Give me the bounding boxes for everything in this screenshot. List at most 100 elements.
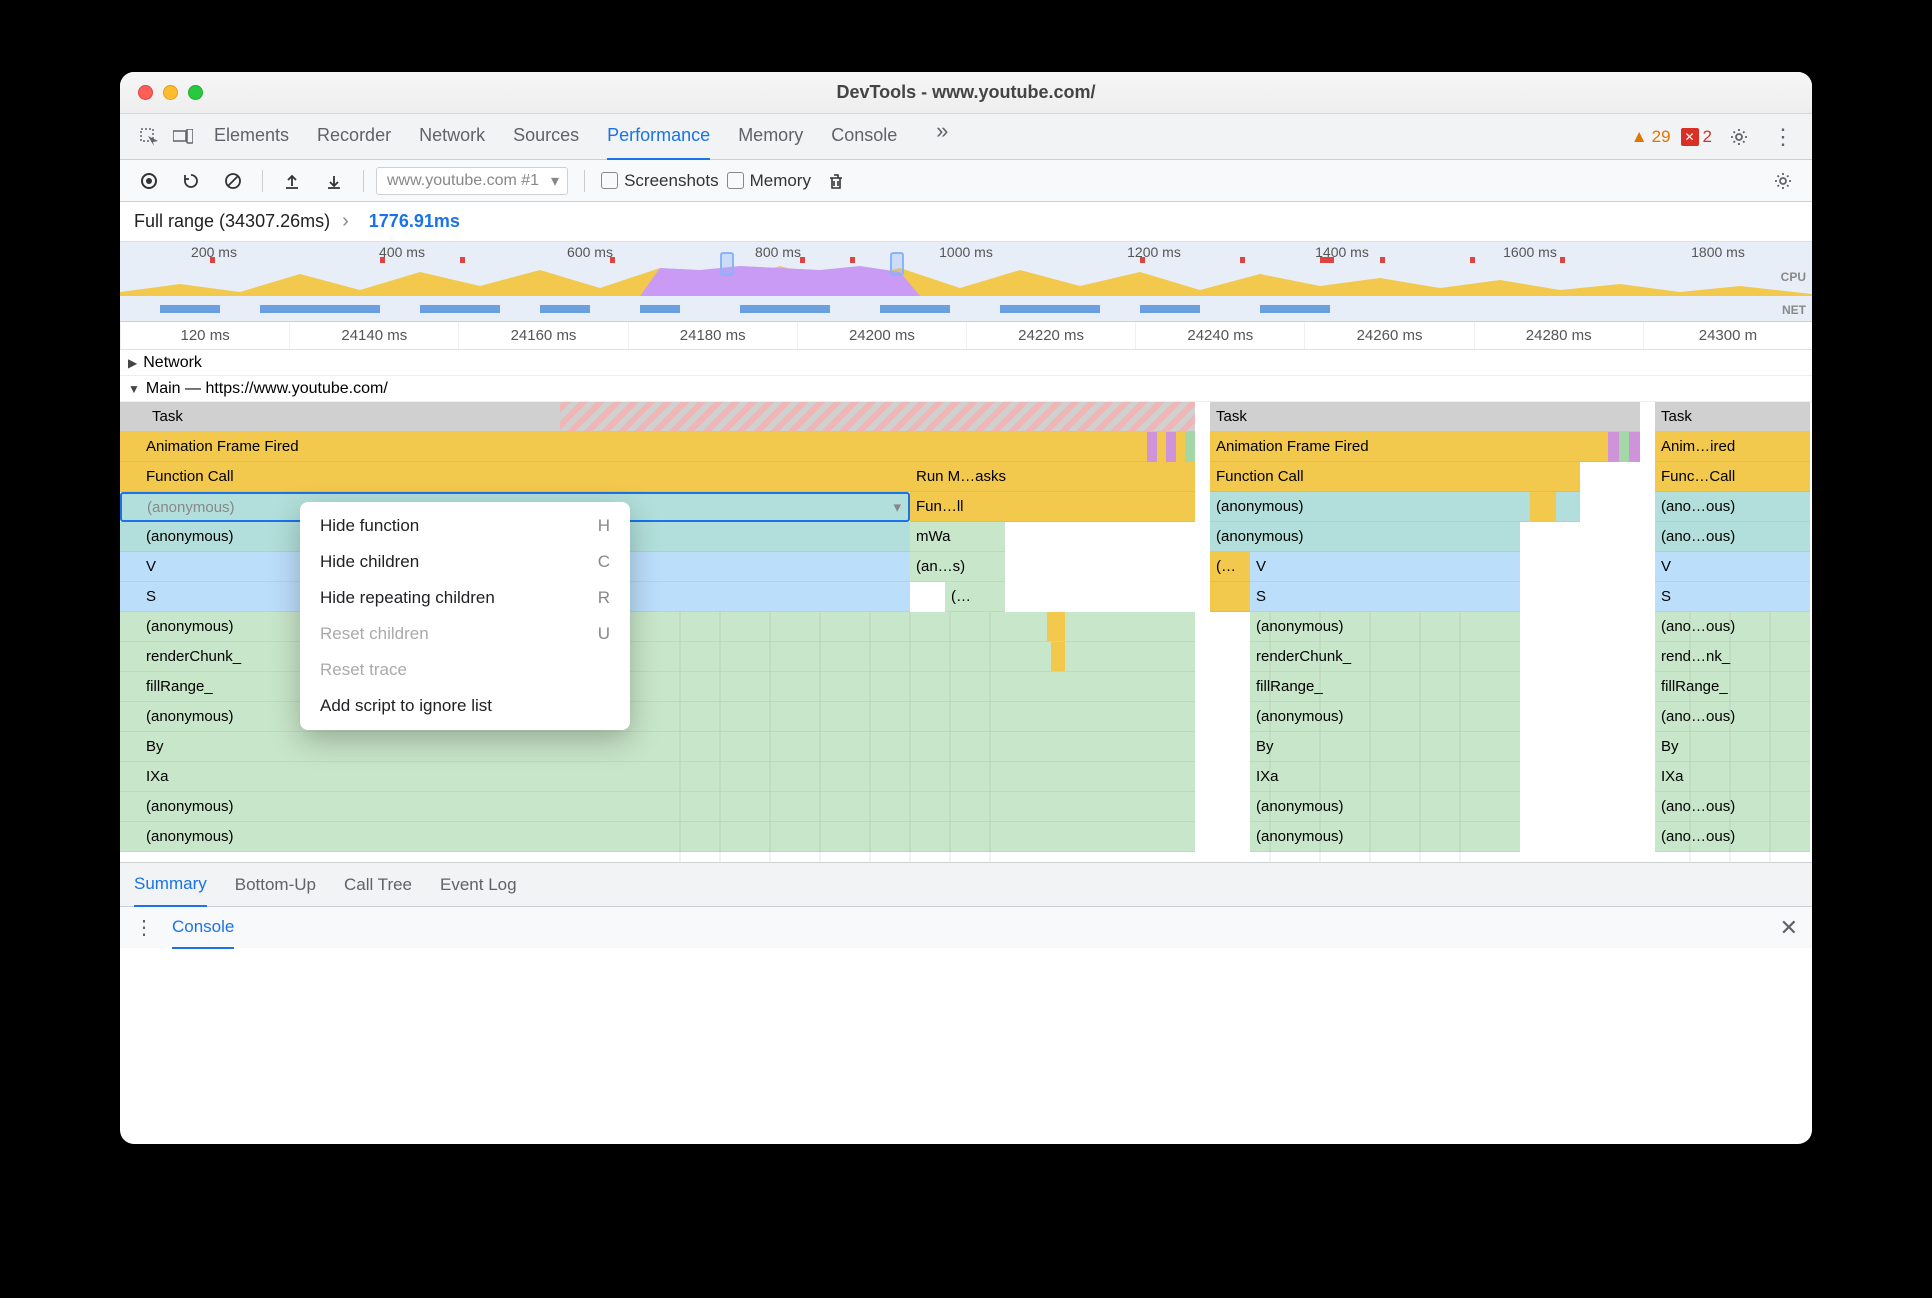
flame-row-fillrange[interactable]: fillRange_ [120,672,1195,702]
flame-row-anon1[interactable]: (anonymous) [1210,492,1640,522]
flame-row-fillrange[interactable]: fillRange_ [1655,672,1810,702]
timeline-overview[interactable]: 200 ms400 ms600 ms800 ms1000 ms1200 ms14… [120,242,1812,322]
flame-row-fc[interactable]: Func…Call [1655,462,1810,492]
traffic-zoom[interactable] [188,85,203,100]
flame-row-s[interactable]: S [1655,582,1810,612]
flame-row-anon6[interactable]: (anonymous) [120,822,1195,852]
gc-icon[interactable] [819,164,853,198]
profile-selector[interactable]: www.youtube.com #1 [376,167,568,195]
flame-row-s[interactable]: S (… [120,582,1195,612]
detail-tab-summary[interactable]: Summary [134,863,207,907]
ctx-hide-repeating-children[interactable]: Hide repeating childrenR [300,580,630,616]
network-section-header[interactable]: ▶Network [120,350,1812,376]
flame-row-renderchunk[interactable]: renderChunk_ [1250,642,1520,672]
record-icon[interactable] [132,164,166,198]
flame-task[interactable]: Task [1210,402,1640,432]
overview-markers [120,257,1812,263]
flame-row-anon3[interactable]: (anonymous) [1250,612,1520,642]
reload-icon[interactable] [174,164,208,198]
clear-icon[interactable] [216,164,250,198]
flame-chart[interactable]: Task Animation Frame Fired Function Call… [120,402,1812,862]
tab-performance[interactable]: Performance [607,114,710,160]
flame-row-ixa[interactable]: IXa [1655,762,1810,792]
flame-row-aff[interactable]: Animation Frame Fired [1210,432,1640,462]
flame-row-anon4[interactable]: (anonymous) [1250,702,1520,732]
capture-settings-icon[interactable] [1766,164,1800,198]
traffic-close[interactable] [138,85,153,100]
title-bar: DevTools - www.youtube.com/ [120,72,1812,114]
flame-row-anon2[interactable]: (anonymous) [1210,522,1520,552]
breadcrumb-current-range[interactable]: 1776.91ms [369,211,460,232]
flame-row-anon1[interactable]: (ano…ous) [1655,492,1810,522]
flame-row-anon5[interactable]: (anonymous) [1250,792,1520,822]
settings-icon[interactable] [1722,120,1756,154]
ctx-hide-function[interactable]: Hide functionH [300,508,630,544]
console-drawer[interactable]: ⋮ Console ✕ [120,906,1812,948]
flame-row-v[interactable]: (… V [1210,552,1640,582]
detail-tab-event-log[interactable]: Event Log [440,875,517,895]
kebab-icon[interactable]: ⋮ [1766,120,1800,154]
close-drawer-icon[interactable]: ✕ [1780,915,1798,941]
flame-row-fc[interactable]: Function Call Run M…asks [120,462,1195,492]
flame-row-anon6[interactable]: (ano…ous) [1655,822,1810,852]
warnings-badge[interactable]: ▲ 29 [1631,127,1671,147]
screenshots-checkbox[interactable]: Screenshots [601,171,719,191]
tab-recorder[interactable]: Recorder [317,114,391,160]
flame-row-anon6[interactable]: (anonymous) [1250,822,1520,852]
traffic-minimize[interactable] [163,85,178,100]
flame-row-anon4[interactable]: (ano…ous) [1655,702,1810,732]
flame-row-ixa[interactable]: IXa [1250,762,1520,792]
flame-row-by[interactable]: By [120,732,1195,762]
flame-row-by[interactable]: By [1655,732,1810,762]
error-count: 2 [1703,127,1712,147]
drawer-kebab-icon[interactable]: ⋮ [134,915,154,940]
window-title: DevTools - www.youtube.com/ [836,82,1095,103]
more-tabs-icon[interactable]: » [925,114,959,148]
flame-row-anon2[interactable]: (ano…ous) [1655,522,1810,552]
cpu-label: CPU [1781,270,1806,284]
flame-col-2: Task Animation Frame Fired Function Call… [1210,402,1640,862]
flame-row-renderchunk[interactable]: renderChunk_ [120,642,1195,672]
flame-row-aff[interactable]: Animation Frame Fired [120,432,1195,462]
flame-row-s[interactable]: S [1210,582,1640,612]
flame-row-fc[interactable]: Function Call [1210,462,1580,492]
main-section-header[interactable]: ▼Main — https://www.youtube.com/ [120,376,1812,402]
flame-row-anon5[interactable]: (anonymous) [120,792,1195,822]
download-icon[interactable] [317,164,351,198]
memory-checkbox[interactable]: Memory [727,171,811,191]
detail-tab-bottom-up[interactable]: Bottom-Up [235,875,316,895]
flame-row-aff[interactable]: Anim…ired [1655,432,1810,462]
tab-sources[interactable]: Sources [513,114,579,160]
tab-elements[interactable]: Elements [214,114,289,160]
flame-row-ixa[interactable]: IXa [120,762,1195,792]
ctx-reset-children: Reset childrenU [300,616,630,652]
flame-task[interactable]: Task [120,402,1195,432]
tab-memory[interactable]: Memory [738,114,803,160]
flame-row-anon2[interactable]: (anonymous) mWa [120,522,1195,552]
flame-row-renderchunk[interactable]: rend…nk_ [1655,642,1810,672]
ctx-add-script-to-ignore-list[interactable]: Add script to ignore list [300,688,630,724]
tab-console[interactable]: Console [831,114,897,160]
flame-row-v[interactable]: V [1655,552,1810,582]
detail-tab-call-tree[interactable]: Call Tree [344,875,412,895]
flame-row-anon1[interactable]: (anonymous) Fun…ll [120,492,1195,522]
flame-row-anon3[interactable]: (ano…ous) [1655,612,1810,642]
flame-row-v[interactable]: V (an…s) [120,552,1195,582]
ctx-hide-children[interactable]: Hide childrenC [300,544,630,580]
device-icon[interactable] [166,120,200,154]
errors-badge[interactable]: ✕ 2 [1681,127,1712,147]
chevron-right-icon: › [342,210,349,233]
flame-row-fillrange[interactable]: fillRange_ [1250,672,1520,702]
overview-handle-right[interactable] [890,252,904,276]
flame-row-anon4[interactable]: (anonymous) [120,702,1195,732]
flame-row-anon5[interactable]: (ano…ous) [1655,792,1810,822]
breadcrumb-full-range[interactable]: Full range (34307.26ms) [134,211,330,232]
time-ruler[interactable]: 120 ms24140 ms24160 ms24180 ms24200 ms24… [120,322,1812,350]
flame-row-anon3[interactable]: (anonymous) [120,612,1195,642]
overview-handle-left[interactable] [720,252,734,276]
upload-icon[interactable] [275,164,309,198]
flame-row-by[interactable]: By [1250,732,1520,762]
flame-task[interactable]: Task [1655,402,1810,432]
tab-network[interactable]: Network [419,114,485,160]
inspect-icon[interactable] [132,120,166,154]
